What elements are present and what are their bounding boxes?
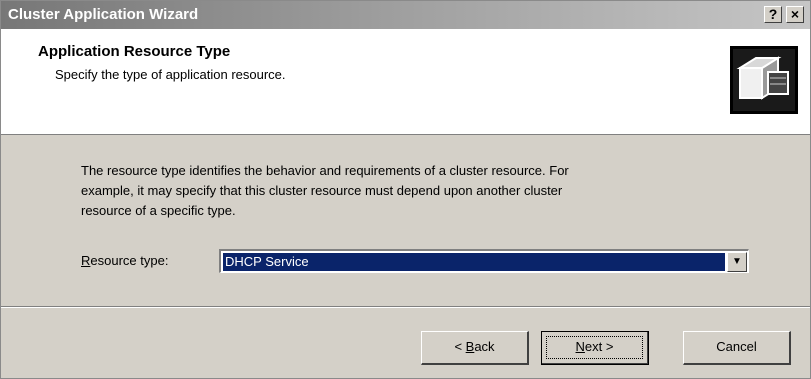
help-button[interactable]: ? (764, 6, 782, 23)
cluster-wizard-icon (730, 46, 798, 114)
resource-type-label-rest: esource type: (90, 253, 169, 268)
page-title: Application Resource Type (38, 43, 231, 60)
description-line: resource of a specific type. (81, 203, 236, 218)
window-title: Cluster Application Wizard (8, 6, 199, 23)
cancel-button[interactable]: Cancel (683, 331, 791, 365)
wizard-window: Cluster Application Wizard ? × Applicati… (0, 0, 811, 379)
close-button[interactable]: × (786, 6, 804, 23)
back-button[interactable]: < Back (421, 331, 529, 365)
description-line: example, it may specify that this cluste… (81, 183, 563, 198)
resource-type-selected[interactable]: DHCP Service (223, 253, 725, 271)
divider (1, 306, 810, 308)
back-rest: ack (474, 339, 495, 354)
wizard-header: Application Resource Type Specify the ty… (1, 29, 810, 135)
chevron-down-icon[interactable]: ▼ (727, 252, 747, 272)
focus-rect (546, 336, 643, 359)
page-subtitle: Specify the type of application resource… (55, 67, 286, 82)
back-prefix: < (454, 339, 466, 354)
description-line: The resource type identifies the behavio… (81, 163, 569, 178)
description-text: The resource type identifies the behavio… (81, 161, 741, 221)
title-bar[interactable]: Cluster Application Wizard ? × (1, 1, 810, 29)
resource-type-label: Resource type: (81, 253, 168, 268)
resource-type-accel: R (81, 253, 91, 268)
next-button[interactable]: Next > (541, 331, 649, 365)
resource-type-dropdown[interactable]: DHCP Service ▼ (219, 249, 749, 273)
